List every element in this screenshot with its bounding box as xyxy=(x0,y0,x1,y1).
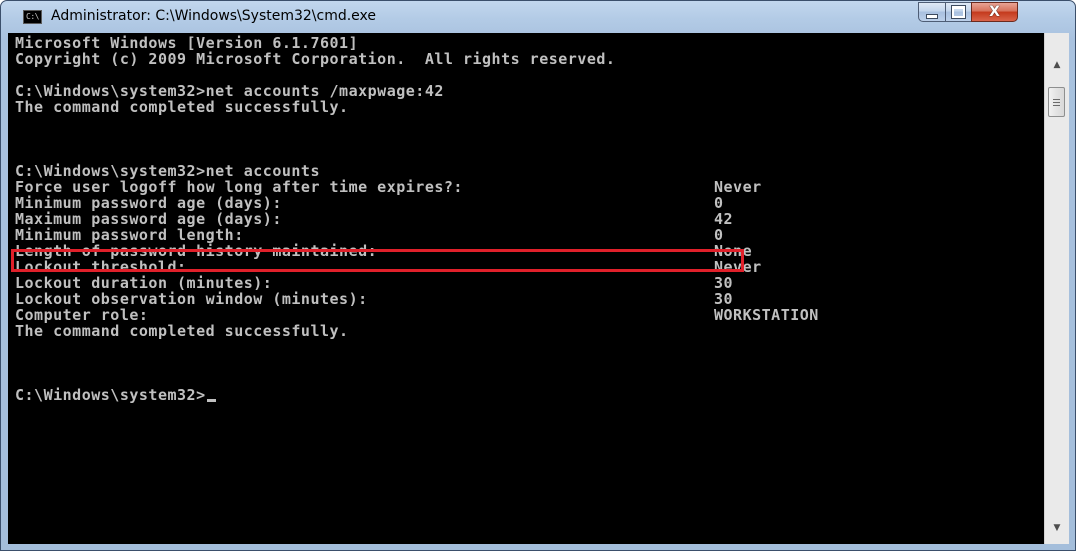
minimize-button[interactable] xyxy=(918,2,946,22)
console-line: The command completed successfully. xyxy=(15,322,349,340)
grip-line xyxy=(1053,105,1060,106)
setting-label: Maximum password age (days): xyxy=(15,210,282,228)
highlight-box xyxy=(11,249,744,272)
vertical-scrollbar[interactable]: ▲ ▼ xyxy=(1044,33,1069,544)
setting-label: Lockout observation window (minutes): xyxy=(15,290,368,308)
scroll-up-arrow-icon[interactable]: ▲ xyxy=(1045,55,1069,75)
setting-value: 42 xyxy=(714,210,734,228)
setting-value: 0 xyxy=(714,194,724,212)
console-line: C:\Windows\system32>net accounts xyxy=(15,162,320,180)
setting-label: Minimum password length: xyxy=(15,226,244,244)
console-output[interactable]: Microsoft Windows [Version 6.1.7601] Cop… xyxy=(8,33,1044,544)
text-cursor xyxy=(206,399,216,402)
command-prompt[interactable]: C:\Windows\system32> xyxy=(15,387,216,403)
setting-value: 30 xyxy=(714,274,734,292)
maximize-button[interactable] xyxy=(945,2,972,22)
scrollbar-thumb[interactable] xyxy=(1048,87,1065,117)
setting-label: Lockout duration (minutes): xyxy=(15,274,273,292)
console-line: The command completed successfully. xyxy=(15,98,349,116)
setting-label: Computer role: xyxy=(15,306,149,324)
maximize-icon xyxy=(951,5,966,19)
setting-value: 0 xyxy=(714,226,724,244)
window-title: Administrator: C:\Windows\System32\cmd.e… xyxy=(51,8,377,24)
grip-line xyxy=(1053,102,1060,103)
close-button[interactable]: X xyxy=(971,2,1018,22)
scroll-down-arrow-icon[interactable]: ▼ xyxy=(1045,518,1069,538)
close-icon: X xyxy=(989,4,1000,20)
setting-label: Force user logoff how long after time ex… xyxy=(15,178,463,196)
title-bar[interactable]: C:\ Administrator: C:\Windows\System32\c… xyxy=(1,1,1075,33)
setting-label: Minimum password age (days): xyxy=(15,194,282,212)
setting-value: 30 xyxy=(714,290,734,308)
grip-line xyxy=(1053,99,1060,100)
minimize-icon xyxy=(926,13,938,19)
cmd-app-icon[interactable]: C:\ xyxy=(23,10,42,24)
setting-value: Never xyxy=(714,178,762,196)
cmd-window: C:\ Administrator: C:\Windows\System32\c… xyxy=(0,0,1076,551)
console-line: C:\Windows\system32>net accounts /maxpwa… xyxy=(15,82,444,100)
console-line: Copyright (c) 2009 Microsoft Corporation… xyxy=(15,50,616,68)
setting-value: WORKSTATION xyxy=(714,306,819,324)
console-line: Microsoft Windows [Version 6.1.7601] xyxy=(15,34,359,52)
prompt-text: C:\Windows\system32> xyxy=(15,386,206,404)
